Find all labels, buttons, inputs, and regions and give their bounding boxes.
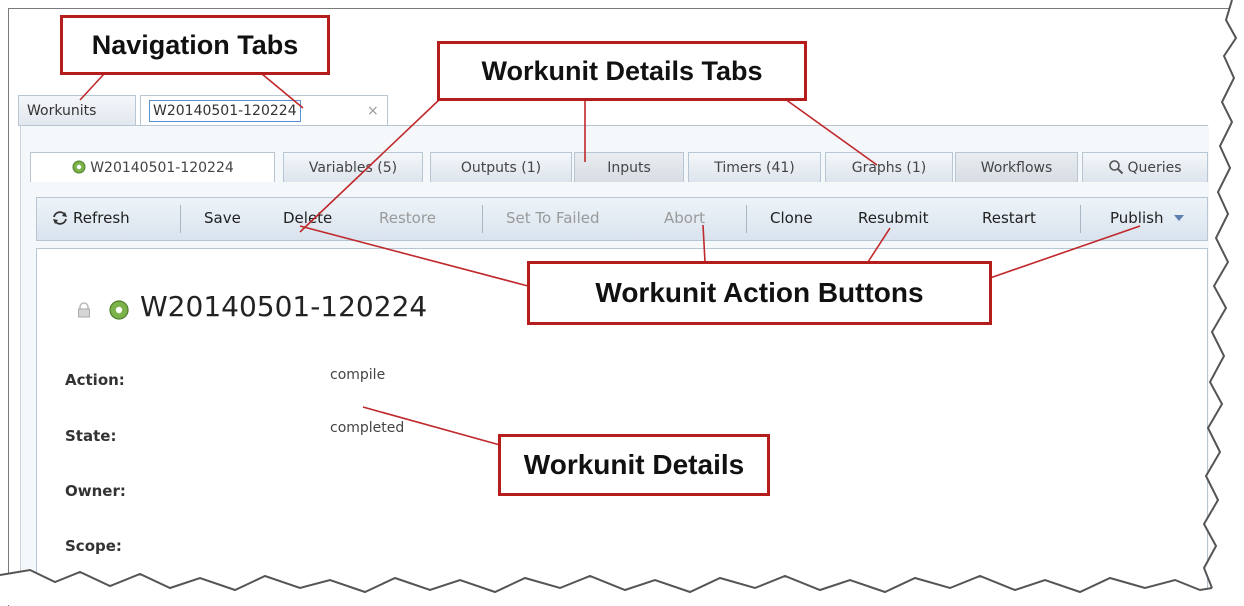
tab-graphs[interactable]: Graphs (1): [825, 152, 953, 182]
tab-graphs-label: Graphs (1): [851, 160, 927, 176]
toolbar-separator: [746, 205, 747, 233]
nav-tab-workunit-label: W20140501-120224: [149, 100, 301, 122]
callout-details-tabs: Workunit Details Tabs: [437, 41, 807, 101]
resubmit-button[interactable]: Resubmit: [858, 209, 928, 227]
tab-queries-label: Queries: [1127, 160, 1182, 176]
callout-action-buttons: Workunit Action Buttons: [527, 261, 992, 325]
tab-workflows-label: Workflows: [980, 160, 1053, 176]
tab-timers-label: Timers (41): [714, 160, 795, 176]
delete-button[interactable]: Delete: [283, 209, 332, 227]
set-to-failed-button[interactable]: Set To Failed: [506, 209, 600, 227]
workunit-title: W20140501-120224: [140, 290, 428, 323]
restore-button[interactable]: Restore: [379, 209, 436, 227]
refresh-icon: [53, 211, 67, 225]
toolbar-separator: [1080, 205, 1081, 233]
lock-icon: [78, 302, 90, 318]
field-label-owner: Owner:: [65, 482, 126, 500]
gear-icon: [72, 160, 86, 174]
tab-timers[interactable]: Timers (41): [688, 152, 821, 182]
tab-workflows[interactable]: Workflows: [955, 152, 1078, 182]
publish-button-label: Publish: [1110, 209, 1164, 227]
field-label-action: Action:: [65, 371, 125, 389]
tab-inputs-label: Inputs: [607, 160, 651, 176]
toolbar-separator: [482, 205, 483, 233]
tab-workunit-summary[interactable]: W20140501-120224: [30, 152, 275, 182]
abort-button[interactable]: Abort: [664, 209, 705, 227]
search-icon: [1109, 160, 1124, 175]
chevron-down-icon: [1174, 215, 1185, 221]
close-icon[interactable]: ×: [367, 96, 379, 126]
gear-icon: [109, 300, 129, 320]
tab-inputs[interactable]: Inputs: [574, 152, 684, 182]
restart-button[interactable]: Restart: [982, 209, 1036, 227]
toolbar-separator: [180, 205, 181, 233]
nav-tab-workunits[interactable]: Workunits: [18, 95, 136, 125]
field-label-scope: Scope:: [65, 537, 122, 555]
tab-outputs-label: Outputs (1): [460, 160, 542, 176]
tab-variables[interactable]: Variables (5): [283, 152, 423, 182]
tab-queries[interactable]: Queries: [1082, 152, 1208, 182]
clone-button[interactable]: Clone: [770, 209, 813, 227]
callout-workunit-details: Workunit Details: [498, 434, 770, 496]
refresh-button[interactable]: Refresh: [52, 209, 130, 227]
publish-button[interactable]: Publish: [1110, 209, 1185, 227]
field-value-action: compile: [330, 367, 386, 383]
nav-tab-workunits-label: Workunits: [27, 103, 97, 119]
tab-workunit-summary-label: W20140501-120224: [90, 160, 234, 176]
save-button[interactable]: Save: [204, 209, 241, 227]
tab-outputs[interactable]: Outputs (1): [430, 152, 572, 182]
tab-variables-label: Variables (5): [308, 160, 398, 176]
field-value-state: completed: [330, 420, 405, 436]
nav-tab-workunit[interactable]: W20140501-120224 ×: [140, 95, 388, 125]
callout-navigation-tabs: Navigation Tabs: [60, 15, 330, 75]
field-label-state: State:: [65, 427, 117, 445]
refresh-button-label: Refresh: [73, 209, 130, 227]
